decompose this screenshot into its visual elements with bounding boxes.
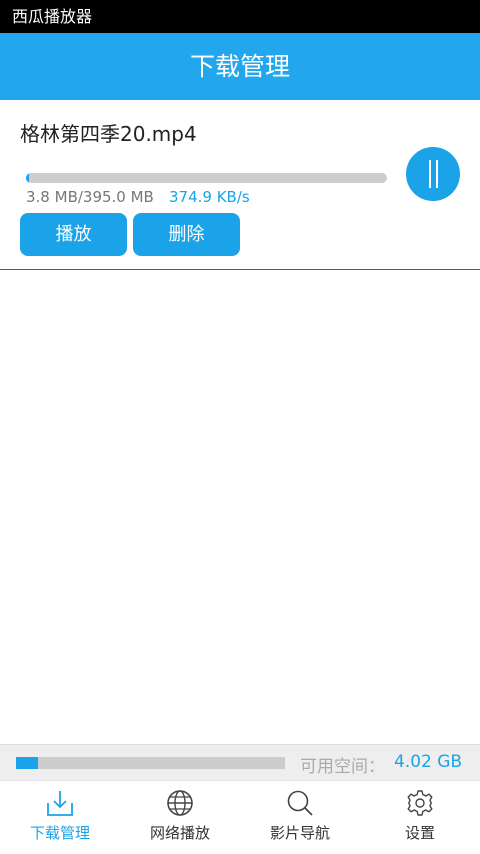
search-icon xyxy=(287,790,313,816)
gear-icon xyxy=(407,790,433,816)
nav-settings[interactable]: 设置 xyxy=(360,781,480,854)
pause-icon xyxy=(429,160,431,188)
pause-icon-bar xyxy=(436,160,438,188)
nav-label: 设置 xyxy=(404,824,435,842)
page-header: 下载管理 xyxy=(0,33,480,100)
download-item: 格林第四季20.mp4 3.8 MB/395.0 MB 374.9 KB/s 播… xyxy=(0,100,480,270)
nav-label: 下载管理 xyxy=(29,824,90,842)
play-button[interactable]: 播放 xyxy=(20,213,127,256)
status-bar: 西瓜播放器 xyxy=(0,0,480,33)
nav-label: 网络播放 xyxy=(149,824,210,842)
storage-value: 4.02 GB xyxy=(394,752,463,772)
download-icon xyxy=(47,791,73,816)
nav-label: 影片导航 xyxy=(269,824,330,842)
storage-bar xyxy=(16,757,285,769)
page-title: 下载管理 xyxy=(189,52,290,81)
nav-movie-guide[interactable]: 影片导航 xyxy=(240,781,360,854)
app-name: 西瓜播放器 xyxy=(12,7,93,26)
bottom-nav: 下载管理 网络播放 影片导航 设置 xyxy=(0,780,480,853)
delete-button[interactable]: 删除 xyxy=(133,213,240,256)
storage-footer: 可用空间： 4.02 GB xyxy=(0,744,480,780)
download-progress-fill xyxy=(26,173,30,183)
globe-icon xyxy=(167,790,193,816)
storage-label: 可用空间： xyxy=(300,757,385,777)
storage-bar-fill xyxy=(16,757,38,769)
download-size: 3.8 MB/395.0 MB xyxy=(26,188,154,206)
download-filename: 格林第四季20.mp4 xyxy=(20,122,197,146)
nav-download-manager[interactable]: 下载管理 xyxy=(0,781,120,854)
download-progress-bar xyxy=(26,173,387,183)
nav-network-play[interactable]: 网络播放 xyxy=(120,781,240,854)
download-speed: 374.9 KB/s xyxy=(169,188,250,206)
pause-button[interactable] xyxy=(406,147,460,201)
